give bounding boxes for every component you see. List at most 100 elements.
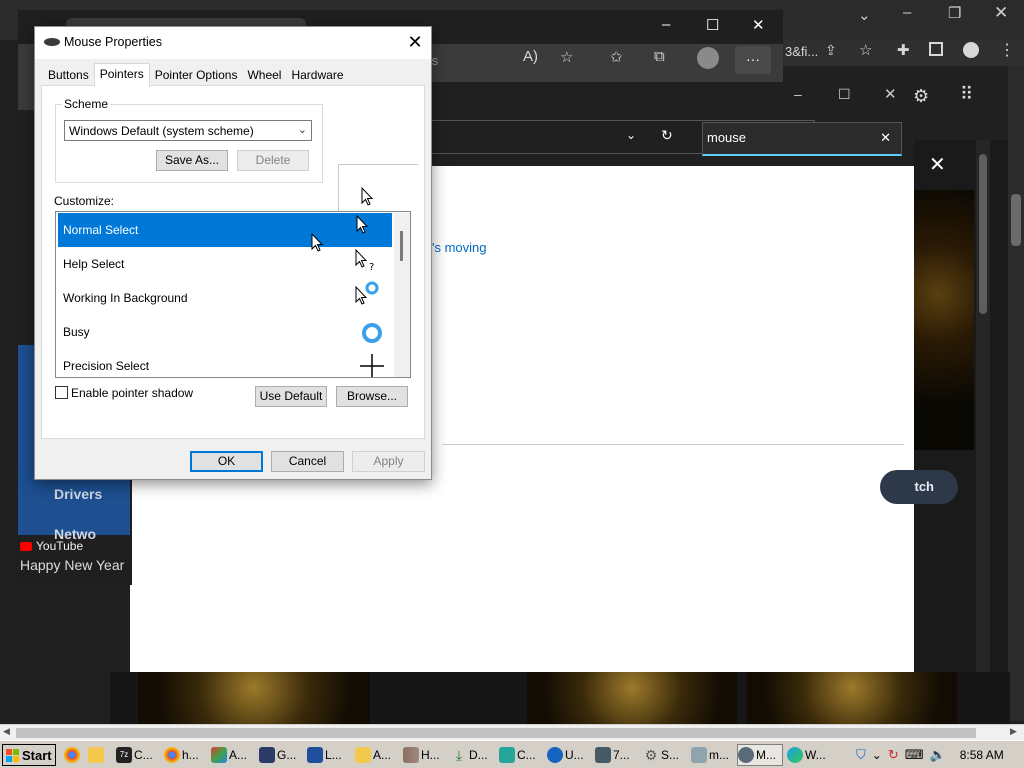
enable-pointer-shadow-checkbox[interactable] [55,386,68,399]
apps-grid-icon[interactable]: ⠿ [960,84,973,105]
minimize-icon[interactable]: – [794,86,802,102]
taskbar-item-7zip[interactable]: 7z C... [116,744,153,766]
scheme-label: Scheme [62,97,111,111]
sidepanel-icon[interactable] [929,42,943,56]
close-icon[interactable]: ✕ [752,16,765,34]
fireworks-thumbnail[interactable] [138,672,370,724]
network-icon[interactable]: ⌨ [905,747,924,763]
scheme-dropdown[interactable]: Windows Default (system scheme) ⌄ [64,120,312,141]
edge-more-button[interactable]: ··· [735,46,771,74]
chevron-down-icon[interactable]: ⌄ [858,6,871,24]
maximize-icon[interactable]: ☐ [838,86,851,103]
close-icon[interactable]: ✕ [884,85,897,103]
taskbar-item-explorer[interactable] [88,744,106,766]
youtube-video-title[interactable]: Happy New Year [20,557,124,573]
close-icon[interactable]: ✕ [994,3,1008,23]
taskbar-item-7[interactable]: 7... [595,744,630,766]
thumbnail-text: Drivers [54,486,103,502]
list-scrollbar[interactable] [394,213,410,377]
tab-pointer-options[interactable]: Pointer Options [150,65,243,86]
list-item-help-select[interactable]: Help Select ? [58,247,392,281]
maximize-icon[interactable]: ☐ [706,16,719,34]
taskbar-item-chrome[interactable] [64,744,82,766]
browse-button[interactable]: Browse... [336,386,408,407]
taskbar-item-label: W... [805,748,826,762]
star-icon[interactable]: ☆ [859,41,872,59]
settings-search-input[interactable] [707,130,867,145]
search-button[interactable]: tch [880,470,958,504]
scroll-left-icon[interactable]: ◀ [3,726,10,737]
sync-icon[interactable]: ↻ [888,747,899,763]
taskbar-item-folder[interactable]: A... [355,744,391,766]
chevron-down-icon[interactable]: ⌄ [872,748,882,762]
taskbar-item-u[interactable]: U... [547,744,584,766]
chrome-icon [164,747,180,763]
edge-profile-icon[interactable] [697,47,719,69]
close-icon[interactable]: ✕ [929,152,946,177]
use-default-button[interactable]: Use Default [255,386,327,407]
minimize-icon[interactable]: – [662,16,670,33]
extensions-icon[interactable]: ✚ [897,41,910,59]
taskbar-item-downloads[interactable]: ⤓ D... [451,744,488,766]
shield-icon[interactable]: ⛉ [856,747,866,763]
tab-wheel[interactable]: Wheel [242,65,286,86]
read-aloud-icon[interactable]: A) [523,48,538,65]
list-item-working-in-background[interactable]: Working In Background [58,281,392,315]
settings-result-link[interactable]: 's moving [432,240,487,255]
taskbar-item-a[interactable]: A... [211,744,247,766]
taskbar-item-g[interactable]: G... [259,744,296,766]
scrollbar-thumb[interactable] [400,231,403,261]
tab-hardware[interactable]: Hardware [286,65,348,86]
collections-icon[interactable]: ⧉ [654,48,665,65]
cursor-list[interactable]: Normal Select Help Select ? Working In B… [55,211,411,378]
restore-icon[interactable]: ❐ [948,4,961,22]
tab-buttons[interactable]: Buttons [43,65,94,86]
list-item-normal-select[interactable]: Normal Select [58,213,392,252]
scrollbar-thumb[interactable] [979,154,987,314]
minimize-icon[interactable]: – [903,4,911,21]
tab-pointers[interactable]: Pointers [93,63,150,87]
save-as-button[interactable]: Save As... [156,150,228,171]
chrome-url-fragment[interactable]: 3&fi... [785,44,818,59]
fireworks-thumbnail[interactable] [747,672,957,724]
settings-gear-icon[interactable]: ⚙ [913,86,929,107]
taskbar-item-l[interactable]: L... [307,744,342,766]
scrollbar[interactable] [1008,66,1024,721]
settings-search-box[interactable]: ✕ [702,122,902,156]
profile-icon[interactable] [963,42,979,58]
ok-button[interactable]: OK [190,451,263,472]
start-button[interactable]: Start [2,744,56,766]
clear-search-icon[interactable]: ✕ [880,130,891,146]
taskbar-item-mouse-properties[interactable]: M... [737,744,783,766]
taskbar-item-chrome-2[interactable]: h... [164,744,199,766]
clock[interactable]: 8:58 AM [960,748,1004,762]
taskbar-item-label: 7... [613,748,630,762]
scrollbar-thumb[interactable] [1011,194,1021,246]
add-favorite-icon[interactable]: ☆ [560,48,573,66]
taskbar-item-m[interactable]: m... [691,744,729,766]
kebab-menu-icon[interactable]: ⋮ [999,40,1015,60]
cancel-button[interactable]: Cancel [271,451,344,472]
scrollbar[interactable] [976,140,990,720]
delete-button[interactable]: Delete [237,150,309,171]
dialog-titlebar[interactable]: Mouse Properties ✕ [35,27,431,59]
list-item-precision-select[interactable]: Precision Select [58,349,392,377]
taskbar-item-edge[interactable]: W... [787,744,826,766]
scrollbar-thumb[interactable] [16,728,976,738]
share-icon[interactable]: ⇪ [825,42,837,59]
refresh-icon[interactable]: ↻ [661,127,673,144]
close-icon[interactable]: ✕ [403,31,427,53]
taskbar-item-c[interactable]: C... [499,744,536,766]
chevron-down-icon[interactable]: ⌄ [626,128,636,142]
scroll-right-icon[interactable]: ▶ [1010,726,1017,737]
taskbar-item-h[interactable]: H... [403,744,440,766]
list-item-busy[interactable]: Busy [58,315,392,349]
mouse-icon [738,747,754,763]
fireworks-thumbnail[interactable] [527,672,737,724]
taskbar-item-settings[interactable]: ⚙ S... [643,744,679,766]
apply-button[interactable]: Apply [352,451,425,472]
enable-pointer-shadow-label[interactable]: Enable pointer shadow [71,386,193,400]
volume-icon[interactable]: 🔈 [930,747,946,763]
horizontal-scrollbar[interactable]: ◀ ▶ [0,724,1024,740]
favorites-icon[interactable]: ✩ [610,48,623,66]
